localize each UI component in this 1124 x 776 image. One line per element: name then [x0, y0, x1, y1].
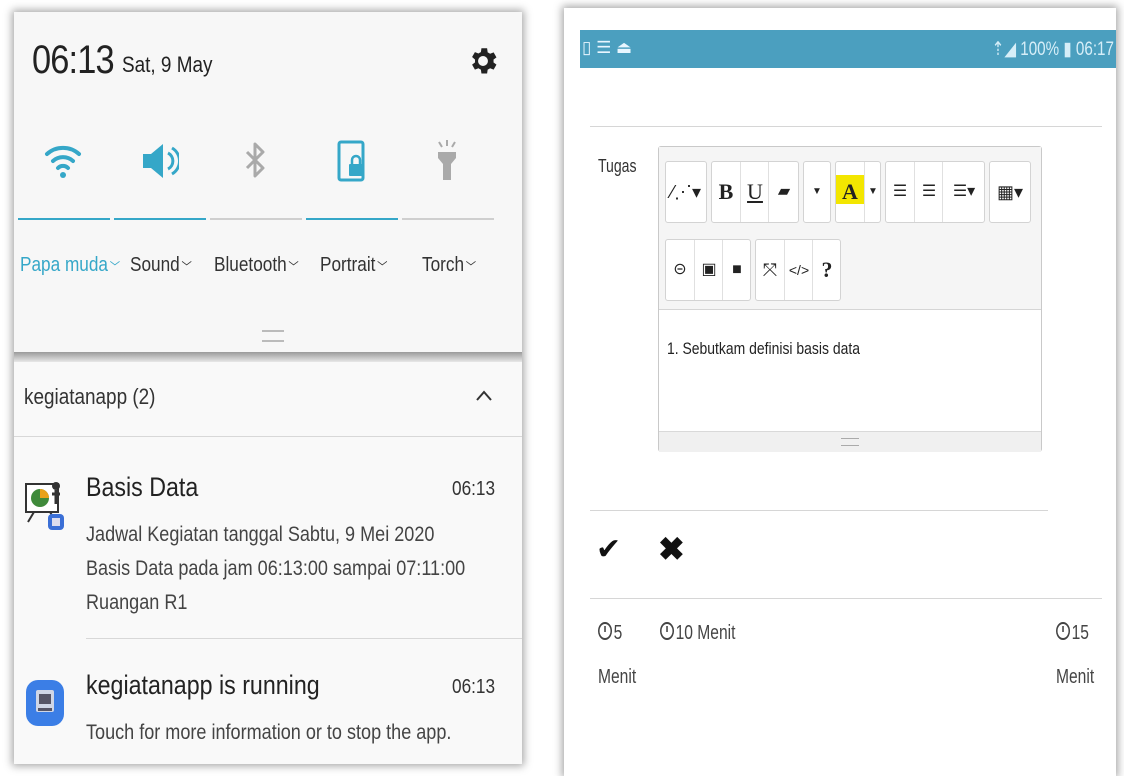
fullscreen-icon[interactable]: ⤧ — [756, 240, 784, 300]
rich-text-editor[interactable]: ⁄⋰▾ B U ▰ ▼ A ▼ ☰ ☰ ☰▾ ▦▾ ⊝ ▣ ■ ⤧ </> ? … — [658, 146, 1042, 452]
notification-line: Ruangan R1 — [86, 591, 188, 614]
toolbar-group-fontsize: ▼ — [803, 161, 831, 223]
resize-handle[interactable] — [659, 431, 1041, 452]
tile-label-bluetooth[interactable]: Bluetooth ﹀ — [214, 254, 299, 277]
chevron-up-icon[interactable] — [474, 386, 494, 406]
notification-title[interactable]: Basis Data — [86, 472, 198, 503]
tile-label-torch[interactable]: Torch ﹀ — [422, 254, 476, 277]
wifi-icon — [45, 145, 81, 178]
tile-torch[interactable] — [402, 130, 494, 230]
duration-option-5-unit[interactable]: Menit — [598, 666, 636, 689]
toolbar-group-view: ⤧ </> ? — [755, 239, 841, 301]
table-icon[interactable]: ▦▾ — [990, 162, 1030, 222]
tile-sound[interactable] — [114, 130, 206, 230]
divider — [590, 598, 1102, 599]
notification-line: Touch for more information or to stop th… — [86, 721, 452, 744]
divider — [14, 436, 522, 437]
check-icon[interactable]: ✔ — [596, 532, 621, 567]
field-label: Tugas — [598, 156, 637, 176]
clock-icon — [598, 622, 613, 640]
notification-time: 06:13 — [452, 478, 496, 500]
chevron-down-icon[interactable]: ▼ — [804, 162, 830, 222]
toolbar-group-table: ▦▾ — [989, 161, 1031, 223]
rotation-lock-icon — [337, 140, 365, 182]
duration-option-5[interactable]: 5 — [598, 622, 622, 645]
bold-button[interactable]: B — [712, 162, 740, 222]
chevron-down-icon[interactable]: ▼ — [864, 162, 881, 222]
tile-label-portrait[interactable]: Portrait ﹀ — [320, 254, 387, 277]
image-icon[interactable]: ▣ — [694, 240, 723, 300]
tile-label-wifi[interactable]: Papa muda ﹀ — [20, 254, 120, 277]
underline-button[interactable]: U — [740, 162, 769, 222]
magic-wand-icon[interactable]: ⁄⋰▾ — [666, 162, 706, 222]
numbered-list-icon[interactable]: ☰ — [914, 162, 943, 222]
tile-portrait[interactable] — [306, 130, 398, 230]
divider — [590, 126, 1102, 127]
toolbar-group-paragraph: ☰ ☰ ☰▾ — [885, 161, 985, 223]
tile-label-sound[interactable]: Sound ﹀ — [130, 254, 192, 277]
toolbar-group-insert: ⊝ ▣ ■ — [665, 239, 751, 301]
clock-icon — [1056, 622, 1071, 640]
code-view-icon[interactable]: </> — [784, 240, 813, 300]
divider — [86, 638, 522, 639]
bullet-list-icon[interactable]: ☰ — [886, 162, 914, 222]
speaker-icon — [143, 144, 179, 178]
tile-bluetooth[interactable] — [210, 130, 302, 230]
task-editor-screenshot: ▯ ☰ ⏏ ⇡◢ 100% ▮ 06:17 Tugas ⁄⋰▾ B U ▰ ▼ … — [564, 8, 1116, 776]
status-bar: ▯ ☰ ⏏ ⇡◢ 100% ▮ 06:17 — [580, 30, 1116, 68]
close-icon[interactable]: ✖ — [658, 530, 685, 568]
link-icon[interactable]: ⊝ — [666, 240, 694, 300]
toolbar-group-font: B U ▰ — [711, 161, 799, 223]
torch-icon — [438, 140, 456, 180]
quick-settings: 06:13 Sat, 9 May Papa muda ﹀ Sound ﹀ Blu… — [14, 12, 522, 356]
notification-group-header[interactable]: kegiatanapp (2) — [24, 384, 155, 410]
bluetooth-icon — [245, 142, 265, 178]
editor-content[interactable]: 1. Sebutkam definisi basis data — [667, 339, 860, 359]
align-icon[interactable]: ☰▾ — [942, 162, 985, 222]
notification-shade-screenshot: 06:13 Sat, 9 May Papa muda ﹀ Sound ﹀ Blu… — [0, 0, 536, 776]
divider — [590, 510, 1048, 511]
notification-line: Basis Data pada jam 06:13:00 sampai 07:1… — [86, 557, 466, 580]
editor-toolbar: ⁄⋰▾ B U ▰ ▼ A ▼ ☰ ☰ ☰▾ ▦▾ ⊝ ▣ ■ ⤧ </> ? — [659, 147, 1041, 310]
toolbar-group-color: A ▼ — [835, 161, 881, 223]
clock: 06:13 — [32, 38, 115, 82]
status-notification-icons: ▯ ☰ ⏏ — [582, 38, 633, 57]
toolbar-group-style: ⁄⋰▾ — [665, 161, 707, 223]
divider-shadow — [14, 352, 522, 362]
duration-option-15-unit[interactable]: Menit — [1056, 666, 1094, 689]
duration-option-10[interactable]: 10 Menit — [660, 622, 735, 645]
notification-list: kegiatanapp (2) Basis Data 06:13 Jadwal … — [14, 362, 522, 764]
notification-time: 06:13 — [452, 676, 496, 698]
date: Sat, 9 May — [122, 52, 213, 77]
tile-wifi[interactable] — [18, 130, 110, 230]
highlight-button[interactable]: A — [836, 162, 864, 222]
video-icon[interactable]: ■ — [722, 240, 751, 300]
clock-icon — [660, 622, 675, 640]
gear-icon[interactable] — [466, 44, 500, 78]
notification-title[interactable]: kegiatanapp is running — [86, 670, 320, 701]
app-running-icon — [26, 680, 64, 726]
help-button[interactable]: ? — [812, 240, 841, 300]
duration-option-15[interactable]: 15 — [1056, 622, 1089, 645]
eraser-icon[interactable]: ▰ — [768, 162, 799, 222]
presentation-app-icon — [25, 482, 64, 530]
notification-line: Jadwal Kegiatan tanggal Sabtu, 9 Mei 202… — [86, 523, 435, 546]
status-battery-time: ⇡◢ 100% ▮ 06:17 — [991, 39, 1114, 60]
notification-shade: 06:13 Sat, 9 May Papa muda ﹀ Sound ﹀ Blu… — [14, 12, 522, 764]
expand-handle[interactable] — [262, 330, 284, 342]
